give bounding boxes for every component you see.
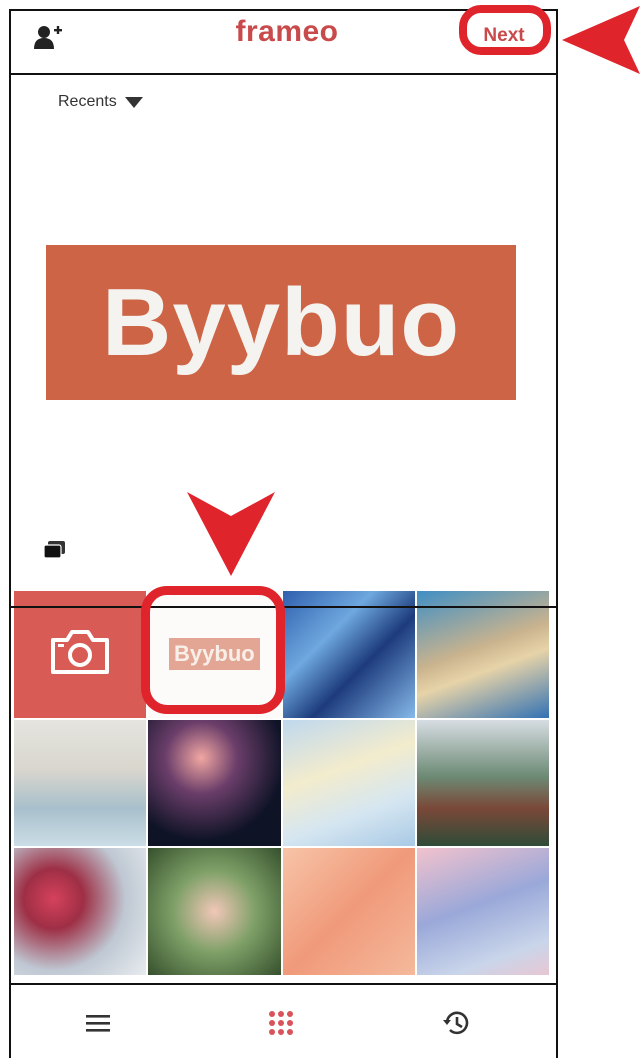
photo-thumbnail[interactable] xyxy=(148,719,281,847)
album-selector[interactable]: Recents xyxy=(58,93,143,111)
bottom-nav xyxy=(11,985,556,1058)
multi-select-icon[interactable] xyxy=(43,541,66,559)
pointer-arrow-left xyxy=(562,6,640,74)
photo-thumbnail[interactable] xyxy=(416,591,549,718)
photo-thumbnail[interactable] xyxy=(282,848,415,975)
grid-icon[interactable] xyxy=(261,1003,301,1043)
camera-icon xyxy=(49,628,111,681)
photo-thumbnail[interactable] xyxy=(148,848,281,975)
photo-thumbnail[interactable] xyxy=(14,719,147,847)
next-highlight-ring xyxy=(459,5,551,55)
header-divider xyxy=(11,73,556,75)
camera-tile[interactable] xyxy=(14,591,147,718)
menu-icon[interactable] xyxy=(78,1003,118,1043)
photo-preview: Byybuo xyxy=(46,245,516,400)
history-icon[interactable] xyxy=(436,1003,476,1043)
photo-thumbnail[interactable] xyxy=(416,719,549,847)
pointer-arrow-down xyxy=(187,492,275,576)
add-friend-icon[interactable] xyxy=(33,24,63,50)
phone-frame: frameo Next Recents Byybuo Byybuo xyxy=(9,5,558,1058)
thumbnail-highlight-ring xyxy=(141,586,285,714)
app-logo: frameo xyxy=(235,15,339,48)
photo-thumbnail[interactable] xyxy=(282,591,415,718)
dropdown-arrow-icon xyxy=(124,96,143,108)
preview-text: Byybuo xyxy=(101,268,461,376)
photo-thumbnail[interactable] xyxy=(14,848,147,975)
photo-thumbnail[interactable] xyxy=(282,719,415,847)
album-selector-label: Recents xyxy=(58,93,117,110)
top-bar: frameo Next xyxy=(11,5,556,73)
photo-thumbnail[interactable] xyxy=(416,848,549,975)
